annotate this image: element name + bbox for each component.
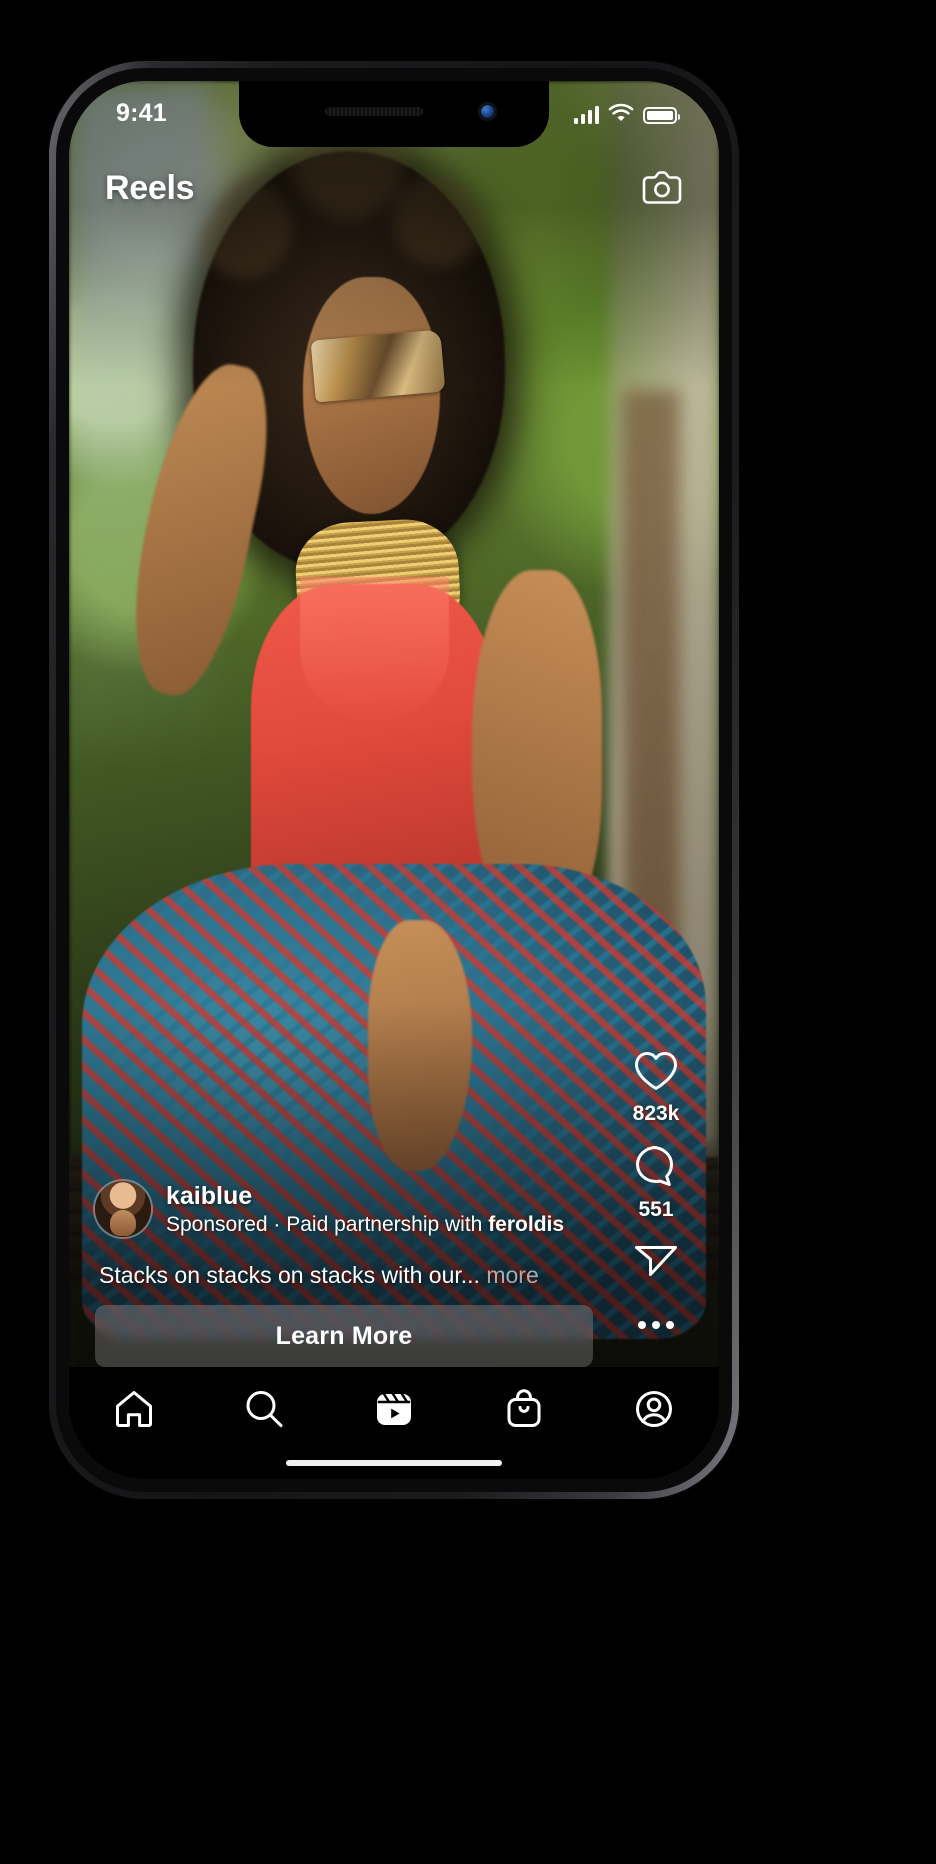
- tab-search[interactable]: [226, 1383, 302, 1439]
- phone-frame: 9:41 Reels 823k 551 kaiblue Sponsored · …: [48, 60, 740, 1500]
- partner-name[interactable]: feroldis: [488, 1213, 564, 1236]
- caption-more-link[interactable]: more: [486, 1262, 538, 1288]
- post-author-row[interactable]: kaiblue Sponsored · Paid partnership wit…: [95, 1181, 693, 1239]
- reels-header: Reels: [69, 159, 719, 217]
- heart-icon[interactable]: [633, 1050, 679, 1097]
- sponsored-prefix: Sponsored · Paid partnership with: [166, 1212, 489, 1236]
- tab-home[interactable]: [96, 1383, 172, 1439]
- wifi-icon: [608, 103, 634, 127]
- tab-profile[interactable]: [616, 1383, 692, 1439]
- profile-icon: [633, 1388, 675, 1435]
- username[interactable]: kaiblue: [166, 1181, 564, 1212]
- status-indicators: [573, 103, 680, 127]
- search-icon: [243, 1388, 285, 1435]
- phone-screen: 9:41 Reels 823k 551 kaiblue Sponsored · …: [69, 81, 719, 1479]
- battery-full-icon: [643, 106, 680, 124]
- learn-more-button[interactable]: Learn More: [95, 1305, 593, 1367]
- home-icon: [113, 1388, 155, 1435]
- tab-reels[interactable]: [356, 1383, 432, 1439]
- reels-icon: [373, 1388, 415, 1435]
- post-caption[interactable]: Stacks on stacks on stacks with our... m…: [95, 1248, 693, 1305]
- reel-info-overlay: kaiblue Sponsored · Paid partnership wit…: [69, 1181, 719, 1367]
- status-bar: 9:41: [69, 81, 719, 147]
- home-indicator[interactable]: [286, 1460, 502, 1466]
- author-text: kaiblue Sponsored · Paid partnership wit…: [166, 1181, 564, 1239]
- sponsored-label: Sponsored · Paid partnership with ferold…: [166, 1212, 564, 1238]
- cellular-signal-icon: [573, 106, 599, 124]
- screenshot-root: 9:41 Reels 823k 551 kaiblue Sponsored · …: [0, 0, 936, 1864]
- status-clock: 9:41: [116, 99, 167, 127]
- caption-text: Stacks on stacks on stacks with our...: [99, 1262, 480, 1288]
- tab-shop[interactable]: [486, 1383, 562, 1439]
- camera-icon[interactable]: [641, 170, 683, 206]
- avatar[interactable]: [95, 1181, 151, 1238]
- like-action[interactable]: 823k: [632, 1050, 680, 1126]
- like-count: 823k: [632, 1102, 680, 1125]
- shopping-bag-icon: [503, 1388, 545, 1435]
- phone-bezel: 9:41 Reels 823k 551 kaiblue Sponsored · …: [56, 68, 732, 1492]
- page-title: Reels: [105, 168, 195, 207]
